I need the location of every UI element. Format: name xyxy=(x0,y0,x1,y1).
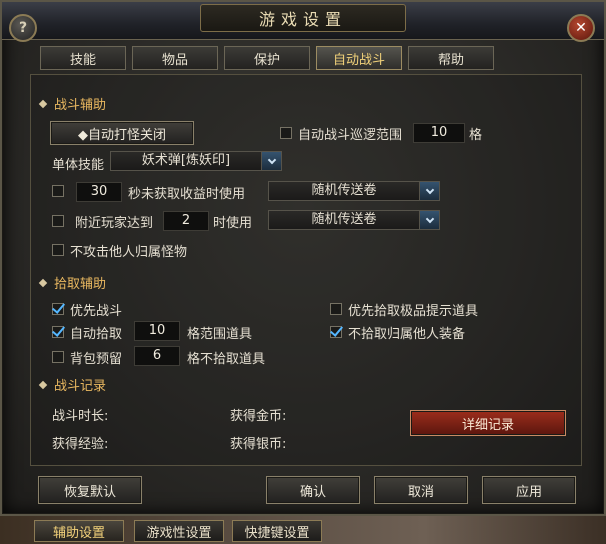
bag-reserve-checkbox[interactable] xyxy=(52,351,64,363)
patrol-range-label: 自动战斗巡逻范围 xyxy=(298,128,403,143)
idle-teleport-checkbox[interactable] xyxy=(52,185,64,197)
single-skill-value: 妖术弹[炼妖印] xyxy=(141,153,231,168)
tab-items[interactable]: 物品 xyxy=(132,46,218,70)
patrol-range-input[interactable]: 10 xyxy=(413,123,465,143)
patrol-range-unit: 格 xyxy=(469,128,483,143)
combat-duration-label: 战斗时长: xyxy=(52,409,109,424)
pickup-section-title: 拾取辅助 xyxy=(38,273,107,292)
record-section-title: 战斗记录 xyxy=(38,375,107,394)
record-section-label: 战斗记录 xyxy=(54,379,107,394)
single-skill-label: 单体技能 xyxy=(52,158,105,173)
no-attack-others-label: 不攻击他人归属怪物 xyxy=(70,245,188,260)
idle-teleport-select[interactable]: 随机传送卷 xyxy=(268,181,440,201)
idle-teleport-label: 秒未获取收益时使用 xyxy=(128,187,246,202)
settings-tabs: 技能 物品 保护 自动战斗 帮助 xyxy=(40,46,494,70)
detailed-record-button[interactable]: 详细记录 xyxy=(410,410,566,436)
tab-protection[interactable]: 保护 xyxy=(224,46,310,70)
cancel-button[interactable]: 取消 xyxy=(374,476,468,504)
players-count-input[interactable]: 2 xyxy=(163,211,209,231)
silver-earned-label: 获得银币: xyxy=(230,437,287,452)
diamond-icon xyxy=(38,380,48,389)
apply-button[interactable]: 应用 xyxy=(482,476,576,504)
combat-section-label: 战斗辅助 xyxy=(54,98,107,113)
diamond-icon xyxy=(38,99,48,108)
combat-section-title: 战斗辅助 xyxy=(38,94,107,113)
settings-window: 游戏设置 ? ✕ 技能 物品 保护 自动战斗 帮助 战斗辅助 ◆自动打怪关闭 自… xyxy=(0,0,606,516)
players-teleport-checkbox[interactable] xyxy=(52,215,64,227)
title-bar: 游戏设置 xyxy=(2,2,604,40)
exp-earned-label: 获得经验: xyxy=(52,437,109,452)
footer-tab-assist[interactable]: 辅助设置 xyxy=(34,520,124,542)
priority-rare-label: 优先拾取极品提示道具 xyxy=(348,304,479,319)
priority-combat-label: 优先战斗 xyxy=(70,304,123,319)
auto-pickup-checkbox[interactable] xyxy=(52,326,64,338)
footer-tab-gameplay[interactable]: 游戏性设置 xyxy=(134,520,224,542)
help-icon[interactable]: ? xyxy=(9,14,37,42)
patrol-range-checkbox[interactable] xyxy=(280,127,292,139)
idle-seconds-input[interactable]: 30 xyxy=(76,182,122,202)
no-others-gear-checkbox[interactable] xyxy=(330,326,342,338)
bag-reserve-input[interactable]: 6 xyxy=(134,346,180,366)
pickup-section-label: 拾取辅助 xyxy=(54,277,107,292)
bag-reserve-suffix: 格不拾取道具 xyxy=(187,352,266,367)
chevron-down-icon[interactable] xyxy=(419,211,439,229)
footer-tab-hotkeys[interactable]: 快捷键设置 xyxy=(232,520,322,542)
auto-pickup-range-input[interactable]: 10 xyxy=(134,321,180,341)
players-count-label: 附近玩家达到 xyxy=(75,216,154,231)
tab-skills[interactable]: 技能 xyxy=(40,46,126,70)
gold-earned-label: 获得金币: xyxy=(230,409,287,424)
single-skill-select[interactable]: 妖术弹[炼妖印] xyxy=(110,151,282,171)
players-teleport-value: 随机传送卷 xyxy=(311,212,377,227)
players-teleport-select[interactable]: 随机传送卷 xyxy=(268,210,440,230)
tab-auto-combat[interactable]: 自动战斗 xyxy=(316,46,402,70)
players-count-suffix: 时使用 xyxy=(213,216,253,231)
tab-help[interactable]: 帮助 xyxy=(408,46,494,70)
no-others-gear-label: 不拾取归属他人装备 xyxy=(348,327,466,342)
chevron-down-icon[interactable] xyxy=(261,152,281,170)
auto-fight-toggle-button[interactable]: ◆自动打怪关闭 xyxy=(50,121,194,145)
close-icon[interactable]: ✕ xyxy=(567,14,595,42)
restore-defaults-button[interactable]: 恢复默认 xyxy=(38,476,142,504)
auto-pickup-suffix: 格范围道具 xyxy=(187,327,253,342)
auto-pickup-label: 自动拾取 xyxy=(70,327,123,342)
priority-rare-checkbox[interactable] xyxy=(330,303,342,315)
diamond-icon xyxy=(38,278,48,287)
window-title: 游戏设置 xyxy=(200,4,406,32)
bag-reserve-label: 背包预留 xyxy=(70,352,123,367)
idle-teleport-value: 随机传送卷 xyxy=(311,183,377,198)
confirm-button[interactable]: 确认 xyxy=(266,476,360,504)
no-attack-others-checkbox[interactable] xyxy=(52,244,64,256)
chevron-down-icon[interactable] xyxy=(419,182,439,200)
priority-combat-checkbox[interactable] xyxy=(52,303,64,315)
